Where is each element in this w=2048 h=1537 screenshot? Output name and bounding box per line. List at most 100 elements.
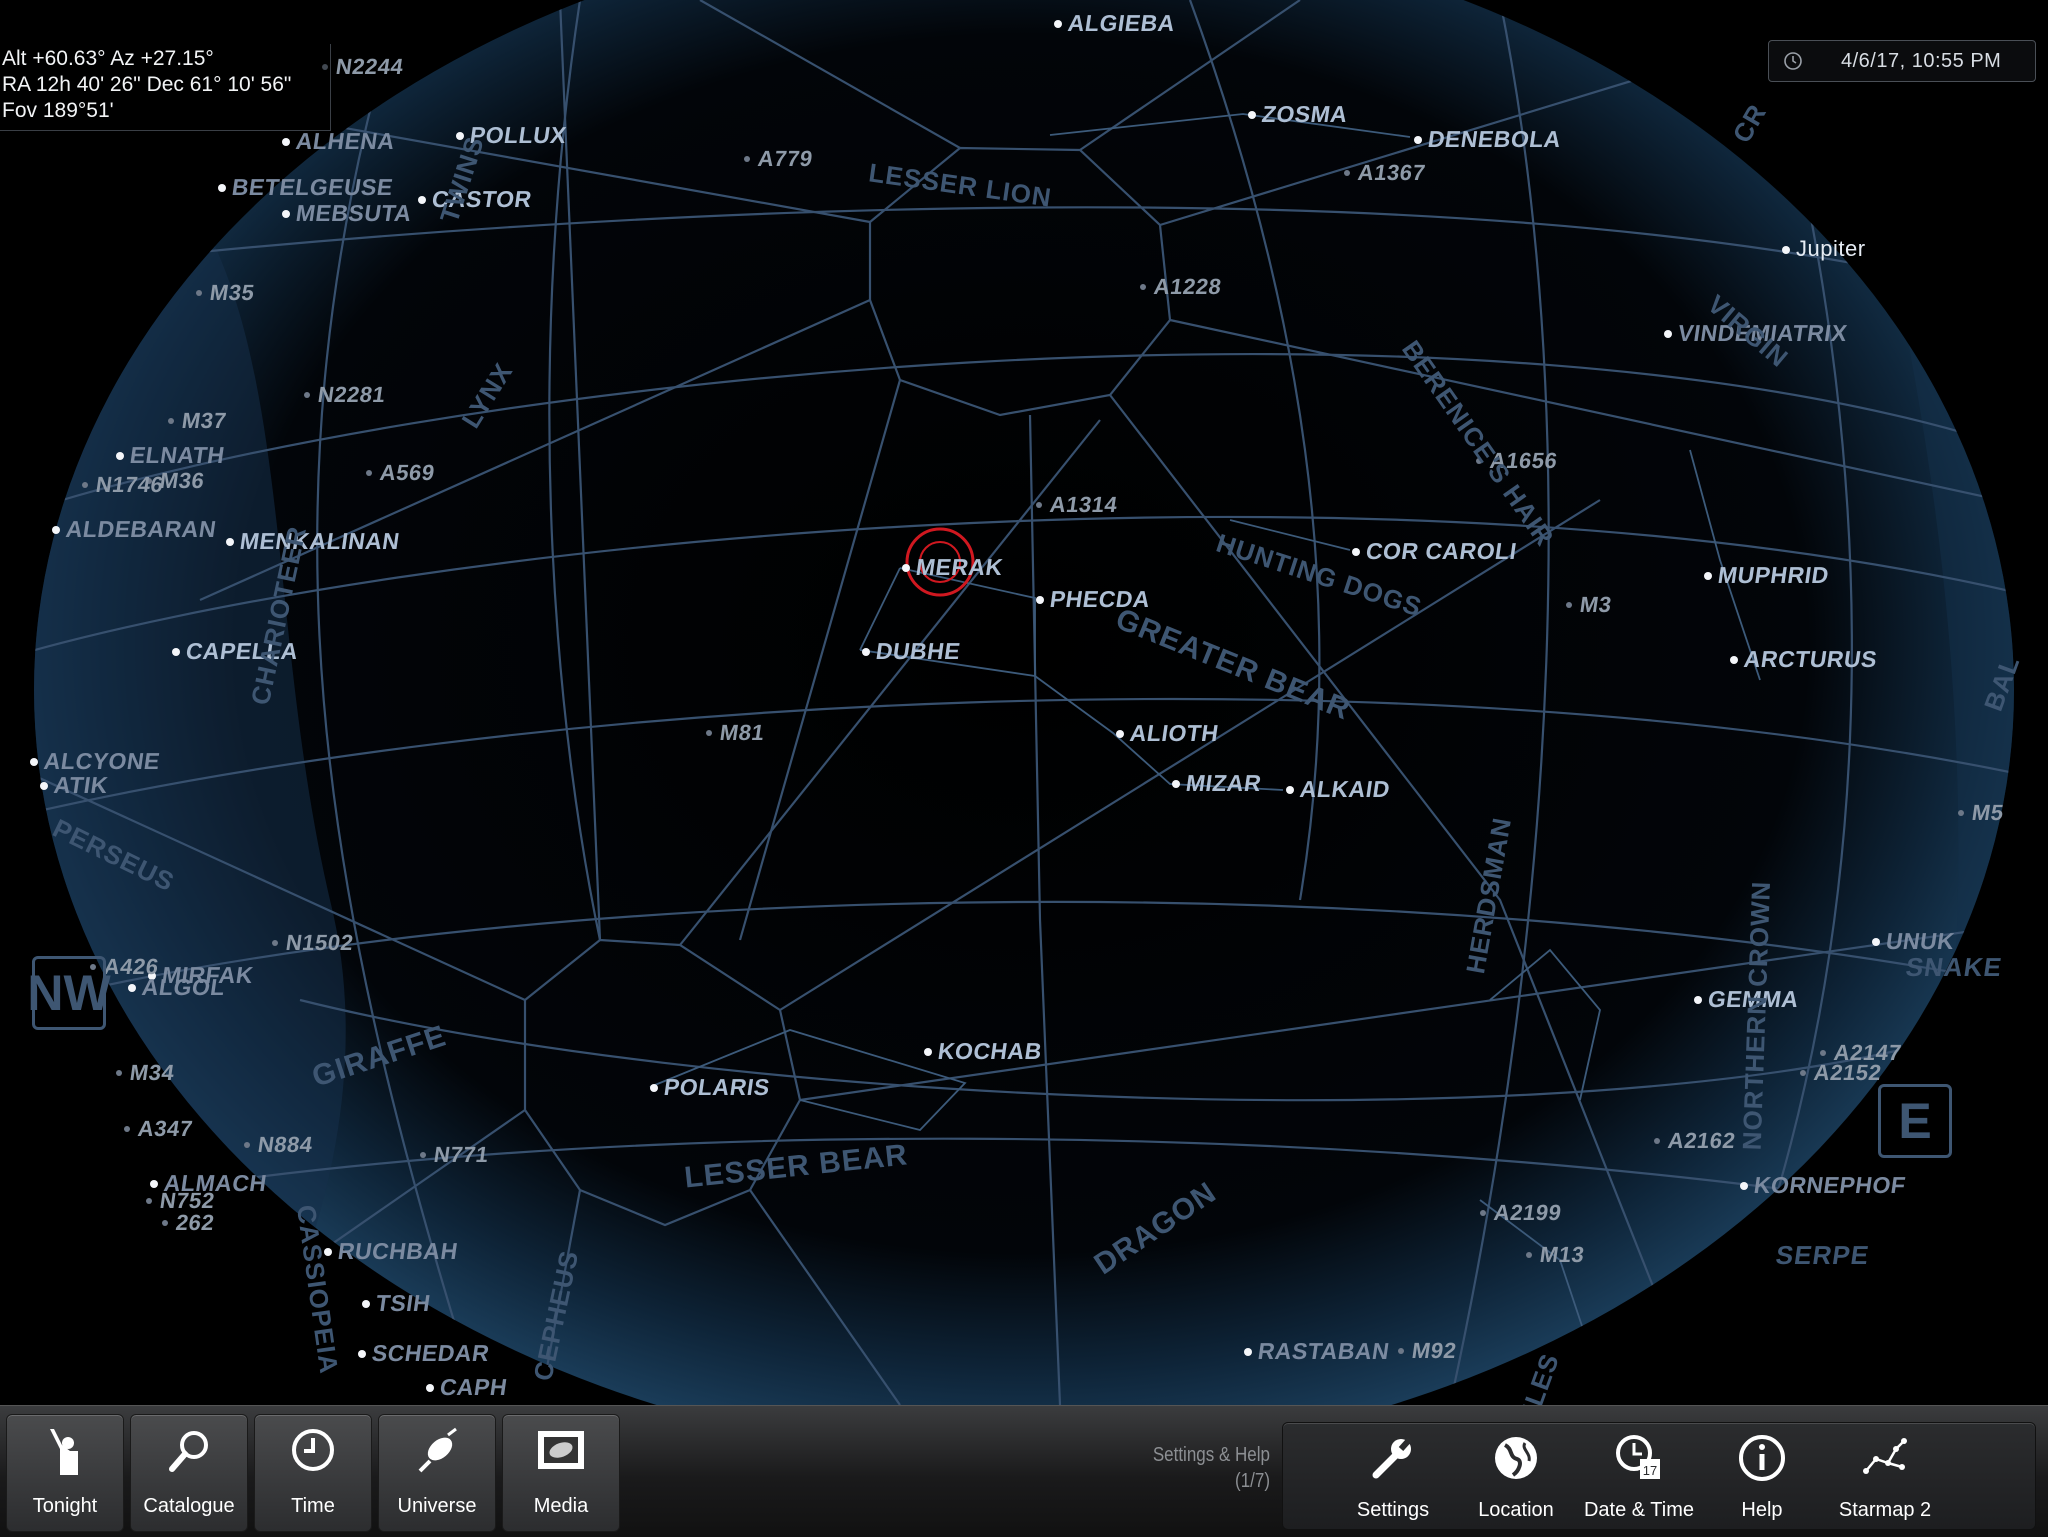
svg-text:17: 17 [1643,1463,1657,1478]
dso-label-a569[interactable]: A569 [378,460,436,486]
star-label-mizar[interactable]: MIZAR [1184,770,1263,797]
star-label-alcyone[interactable]: ALCYONE [42,748,162,775]
universe-button[interactable]: Universe [378,1414,496,1532]
dso-label-m5[interactable]: M5 [1970,800,2005,826]
star-label-tsih[interactable]: TSIH [374,1290,432,1317]
star-label-merak[interactable]: MERAK [914,554,1004,581]
planet-label-jupiter[interactable]: Jupiter [1796,236,1866,262]
star-label-polaris[interactable]: POLARIS [662,1074,771,1101]
star-label-mebsuta[interactable]: MEBSUTA [294,200,413,227]
compass-nw-marker[interactable]: NW [27,956,111,1030]
star-dot [1958,810,1964,816]
star-dot [1800,1070,1806,1076]
dso-label-m35[interactable]: M35 [208,280,256,306]
dso-label-262[interactable]: 262 [174,1210,216,1236]
dso-label-a779[interactable]: A779 [756,146,814,172]
star-dot [1286,786,1294,794]
star-dot [282,210,290,218]
star-label-caph[interactable]: CAPH [438,1374,509,1401]
media-button[interactable]: Media [502,1414,620,1532]
star-label-alkaid[interactable]: ALKAID [1298,776,1392,803]
clock-icon [1784,52,1802,70]
star-label-kornephoros[interactable]: KORNEPHOF [1752,1172,1907,1199]
dso-label-a2162[interactable]: A2162 [1666,1128,1737,1154]
star-dot [420,1152,426,1158]
dso-label-m36[interactable]: M36 [158,468,206,494]
star-dot [146,1198,152,1204]
datetime-display[interactable]: 4/6/17, 10:55 PM [1768,40,2036,82]
dso-label-m92[interactable]: M92 [1410,1338,1458,1364]
help-button[interactable]: Help [1704,1423,1820,1529]
satellite-icon [418,1427,457,1473]
star-label-algieba[interactable]: ALGIEBA [1066,10,1177,37]
dso-label-n884[interactable]: N884 [256,1132,314,1158]
star-label-alhena[interactable]: ALHENA [294,128,396,155]
dso-label-n2244[interactable]: N2244 [334,54,405,80]
catalogue-button[interactable]: Catalogue [130,1414,248,1532]
star-dot [426,1384,434,1392]
star-dot [1730,656,1738,664]
star-dot [358,1350,366,1358]
star-label-dubhe[interactable]: DUBHE [874,638,962,665]
star-label-menkalinan[interactable]: MENKALINAN [238,528,401,555]
dso-label-a2199[interactable]: A2199 [1492,1200,1563,1226]
film-icon [538,1431,584,1469]
dso-label-m3[interactable]: M3 [1578,592,1613,618]
dso-label-a1228[interactable]: A1228 [1152,274,1223,300]
wrench-icon [1372,1436,1413,1479]
dso-label-a1314[interactable]: A1314 [1048,492,1119,518]
location-button[interactable]: Location [1458,1423,1574,1529]
star-label-alioth[interactable]: ALIOTH [1128,720,1220,747]
star-label-elnath[interactable]: ELNATH [128,442,226,469]
dso-label-n771[interactable]: N771 [432,1142,490,1168]
tonight-icon [50,1429,78,1475]
star-dot [1054,20,1062,28]
star-dot [1480,1210,1486,1216]
dso-label-n2281[interactable]: N2281 [316,382,387,408]
star-label-betelgeuse[interactable]: BETELGEUSE [230,174,395,201]
dso-label-m81[interactable]: M81 [718,720,766,746]
star-dot [128,984,136,992]
star-label-denebola[interactable]: DENEBOLA [1426,126,1563,153]
settings-button[interactable]: Settings [1335,1423,1451,1529]
tonight-button[interactable]: Tonight [6,1414,124,1532]
star-label-atik[interactable]: ATIK [52,772,110,799]
star-dot [1782,246,1790,254]
star-label-zosma[interactable]: ZOSMA [1260,101,1349,128]
const-label-snake[interactable]: SNAKE [1904,952,2004,983]
star-dot [282,138,290,146]
star-dot [82,482,88,488]
star-label-rastaban[interactable]: RASTABAN [1256,1338,1391,1365]
star-dot [744,156,750,162]
time-button[interactable]: Time [254,1414,372,1532]
search-icon [169,1431,208,1472]
dso-label-m37[interactable]: M37 [180,408,228,434]
dso-label-a1367[interactable]: A1367 [1356,160,1427,186]
starmap-2-button[interactable]: Starmap 2 [1827,1423,1943,1529]
star-label-kochab[interactable]: KOCHAB [936,1038,1044,1065]
const-label-serpens[interactable]: SERPE [1774,1240,1871,1271]
star-label-unuk[interactable]: UNUK [1884,928,1956,955]
star-label-muphrid[interactable]: MUPHRID [1716,562,1830,589]
star-label-cor-caroli[interactable]: COR CAROLI [1364,538,1518,565]
star-dot [1244,1348,1252,1356]
date-time-button[interactable]: 17 Date & Time [1581,1423,1697,1529]
compass-e-marker[interactable]: E [1878,1084,1952,1158]
universe-label: Universe [397,1495,477,1517]
star-label-arcturus[interactable]: ARCTURUS [1742,646,1879,673]
star-label-aldebaran[interactable]: ALDEBARAN [64,516,218,543]
star-label-schedar[interactable]: SCHEDAR [370,1340,491,1367]
dso-label-n1502[interactable]: N1502 [284,930,355,956]
starmap-2-label: Starmap 2 [1838,1499,1932,1521]
sky-view[interactable]: ALGIEBA ZOSMA DENEBOLA POLLUX ALHENA CAS… [0,0,2048,1417]
star-label-ruchbah[interactable]: RUCHBAH [336,1238,459,1265]
star-dot [116,452,124,460]
star-dot [244,1142,250,1148]
dso-label-n1746[interactable]: N1746 [94,472,165,498]
dso-label-a347[interactable]: A347 [136,1116,194,1142]
dso-label-m13[interactable]: M13 [1538,1242,1586,1268]
star-dot [168,418,174,424]
settings-label: Settings [1356,1499,1430,1521]
dso-label-m34[interactable]: M34 [128,1060,176,1086]
dso-label-a2152[interactable]: A2152 [1812,1060,1883,1086]
